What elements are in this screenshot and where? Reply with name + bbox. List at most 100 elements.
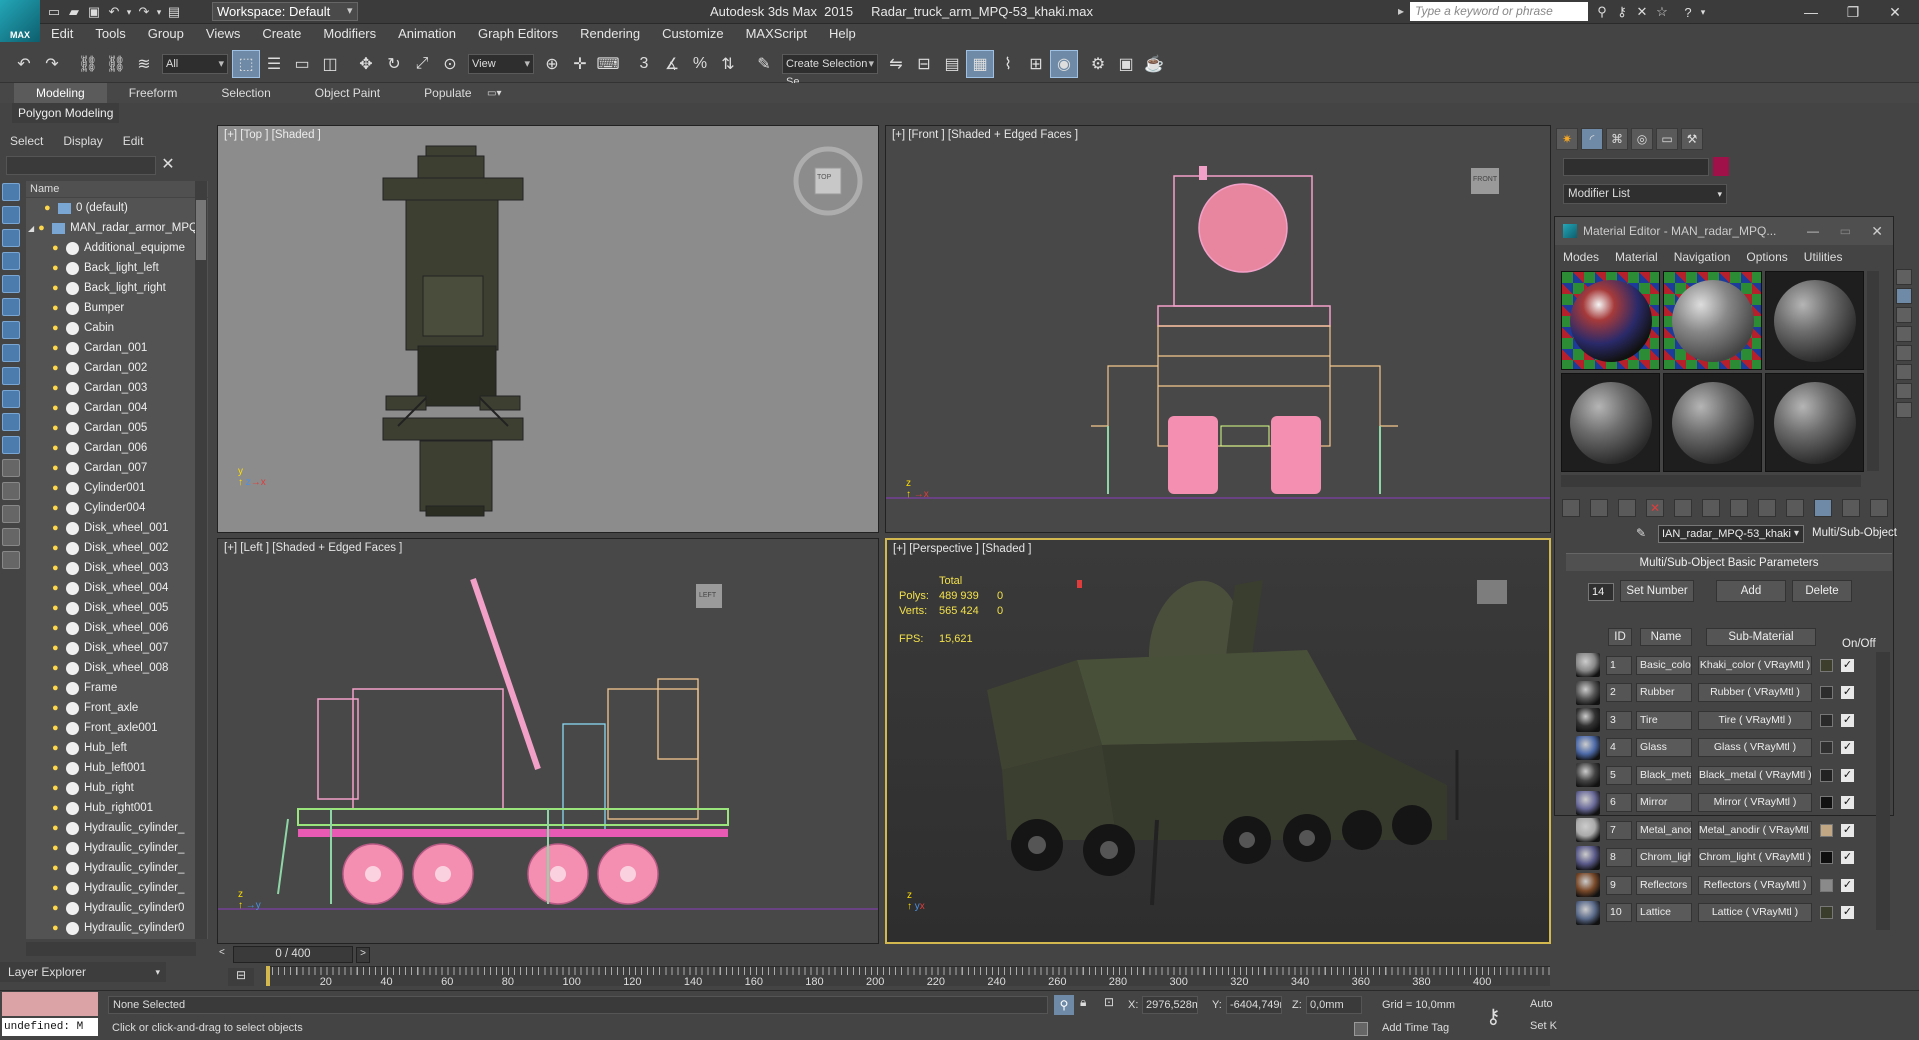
y-coordinate-field[interactable]: -6404,749n <box>1226 996 1282 1014</box>
submaterial-name-field[interactable]: Black_metal <box>1636 765 1692 785</box>
submaterial-name-field[interactable]: Glass <box>1636 738 1692 757</box>
viewcube-top[interactable]: TOP <box>817 174 831 181</box>
submaterial-id-field[interactable]: 1 <box>1606 655 1632 675</box>
undo-dropdown-icon[interactable]: ▾ <box>124 2 134 22</box>
video-color-check-icon[interactable] <box>1896 345 1912 361</box>
window-crossing-icon[interactable]: ◫ <box>316 50 344 78</box>
sort-by-name-button[interactable]: Name <box>1640 628 1692 646</box>
scene-layer-row[interactable]: ● 0 (default) <box>26 198 208 218</box>
scene-object-row[interactable]: ● Disk_wheel_002 <box>26 538 208 558</box>
prev-frame-icon[interactable]: < <box>219 947 231 963</box>
scale-icon[interactable]: ⤢ <box>408 50 436 78</box>
reset-map-icon[interactable]: ✕ <box>1646 499 1664 517</box>
me-menu-material[interactable]: Material <box>1607 247 1666 267</box>
submaterial-on-off-checkbox[interactable]: ✓ <box>1841 768 1854 782</box>
isolate-selection-icon[interactable]: ⚲ <box>1054 995 1074 1015</box>
scene-object-row[interactable]: ● Cardan_003 <box>26 378 208 398</box>
scene-object-row[interactable]: ● Hub_left <box>26 738 208 758</box>
visibility-bulb-icon[interactable]: ● <box>38 222 48 234</box>
ribbon-tab-populate[interactable]: Populate <box>402 83 493 103</box>
scene-object-row[interactable]: ● Front_axle <box>26 698 208 718</box>
submaterial-on-off-checkbox[interactable]: ✓ <box>1841 658 1854 672</box>
get-material-icon[interactable] <box>1562 499 1580 517</box>
named-selection-sets-dropdown[interactable]: Create Selection Se <box>782 53 878 88</box>
submaterial-color-swatch[interactable] <box>1820 768 1833 782</box>
menu-views[interactable]: Views <box>195 24 251 44</box>
submaterial-id-field[interactable]: 7 <box>1606 820 1632 840</box>
scene-object-row[interactable]: ● Bumper <box>26 298 208 318</box>
visibility-bulb-icon[interactable]: ● <box>52 462 62 474</box>
visibility-bulb-icon[interactable]: ● <box>52 642 62 654</box>
submaterial-color-swatch[interactable] <box>1820 686 1833 699</box>
submaterial-on-off-checkbox[interactable]: ✓ <box>1841 878 1854 892</box>
submaterial-color-swatch[interactable] <box>1820 796 1833 809</box>
visibility-bulb-icon[interactable]: ● <box>52 722 62 734</box>
submaterial-preview-icon[interactable] <box>1576 680 1600 705</box>
menu-modifiers[interactable]: Modifiers <box>312 24 387 44</box>
display-hidden-icon[interactable] <box>2 436 20 454</box>
submaterial-color-swatch[interactable] <box>1820 906 1833 919</box>
expand-arrow-icon[interactable]: ◢ <box>28 224 34 233</box>
percent-snap-icon[interactable]: % <box>686 50 714 78</box>
submaterial-color-swatch[interactable] <box>1820 658 1833 672</box>
menu-maxscript[interactable]: MAXScript <box>735 24 818 44</box>
sample-uv-tiling-icon[interactable] <box>1896 326 1912 342</box>
menu-customize[interactable]: Customize <box>651 24 734 44</box>
visibility-bulb-icon[interactable]: ● <box>52 482 62 494</box>
current-frame-marker[interactable] <box>266 966 270 986</box>
help-icon[interactable]: ? <box>1678 2 1698 22</box>
visibility-bulb-icon[interactable]: ● <box>52 602 62 614</box>
submaterial-id-field[interactable]: 9 <box>1606 875 1632 895</box>
submaterial-button[interactable]: Lattice ( VRayMtl ) <box>1698 903 1812 922</box>
scene-search-input[interactable] <box>6 156 156 175</box>
display-geometry-icon[interactable] <box>2 183 20 201</box>
scene-object-row[interactable]: ● Frame <box>26 678 208 698</box>
submaterial-id-field[interactable]: 8 <box>1606 848 1632 867</box>
submaterial-color-swatch[interactable] <box>1820 741 1833 754</box>
scene-object-row[interactable]: ● Hydraulic_cylinder_ <box>26 818 208 838</box>
menu-animation[interactable]: Animation <box>387 24 467 44</box>
scene-object-row[interactable]: ● Hydraulic_cylinder0 <box>26 918 208 938</box>
viewcube-front[interactable]: FRONT <box>1473 176 1497 183</box>
menu-create[interactable]: Create <box>251 24 312 44</box>
sort-by-submaterial-button[interactable]: Sub-Material <box>1706 628 1816 646</box>
display-groups-icon[interactable] <box>2 321 20 339</box>
column-header-name[interactable]: Name <box>26 181 208 198</box>
spinner-snap-icon[interactable]: ⇅ <box>714 50 742 78</box>
display-tab-icon[interactable]: ▭ <box>1656 128 1678 150</box>
me-minimize-icon[interactable]: — <box>1807 224 1819 238</box>
submaterial-on-off-checkbox[interactable]: ✓ <box>1841 906 1854 919</box>
visibility-bulb-icon[interactable]: ● <box>52 282 62 294</box>
display-xrefs-icon[interactable] <box>2 344 20 362</box>
display-all-icon[interactable] <box>2 459 20 477</box>
multi-sub-object-rollout[interactable]: Multi/Sub-Object Basic Parameters <box>1566 553 1892 571</box>
sample-slots-scrollbar[interactable] <box>1561 475 1861 487</box>
visibility-bulb-icon[interactable]: ● <box>52 262 62 274</box>
backlight-icon[interactable] <box>1896 288 1912 304</box>
scene-object-row[interactable]: ● Disk_wheel_004 <box>26 578 208 598</box>
submaterial-preview-icon[interactable] <box>1576 790 1600 815</box>
visibility-bulb-icon[interactable]: ● <box>52 242 62 254</box>
viewport-top[interactable]: [+] [Top ] [Shaded ] TOP y ↑ z→x <box>217 125 879 533</box>
viewcube-left[interactable]: LEFT <box>699 592 716 599</box>
submaterial-preview-icon[interactable] <box>1576 763 1600 787</box>
visibility-bulb-icon[interactable]: ● <box>52 842 62 854</box>
select-manipulate-icon[interactable]: ✛ <box>566 50 594 78</box>
bind-to-space-warp-icon[interactable]: ≋ <box>130 50 158 78</box>
me-menu-navigation[interactable]: Navigation <box>1666 247 1739 267</box>
show-shaded-material-icon[interactable] <box>1758 499 1776 517</box>
submaterial-on-off-checkbox[interactable]: ✓ <box>1841 741 1854 754</box>
visibility-bulb-icon[interactable]: ● <box>52 882 62 894</box>
rendered-frame-window-icon[interactable]: ▣ <box>1112 50 1140 78</box>
submaterial-preview-icon[interactable] <box>1576 845 1600 870</box>
undo-toolbar-icon[interactable]: ↶ <box>10 50 38 78</box>
menu-rendering[interactable]: Rendering <box>569 24 651 44</box>
add-button[interactable]: Add <box>1716 580 1786 602</box>
visibility-bulb-icon[interactable]: ● <box>52 702 62 714</box>
visibility-bulb-icon[interactable]: ● <box>52 662 62 674</box>
make-preview-icon[interactable] <box>1896 364 1912 380</box>
save-file-icon[interactable]: ▣ <box>84 2 104 22</box>
app-logo[interactable]: MAX <box>0 0 40 42</box>
toggle-scene-explorer-icon[interactable]: ▤ <box>938 50 966 78</box>
reference-coordinate-dropdown[interactable]: View <box>468 53 534 74</box>
